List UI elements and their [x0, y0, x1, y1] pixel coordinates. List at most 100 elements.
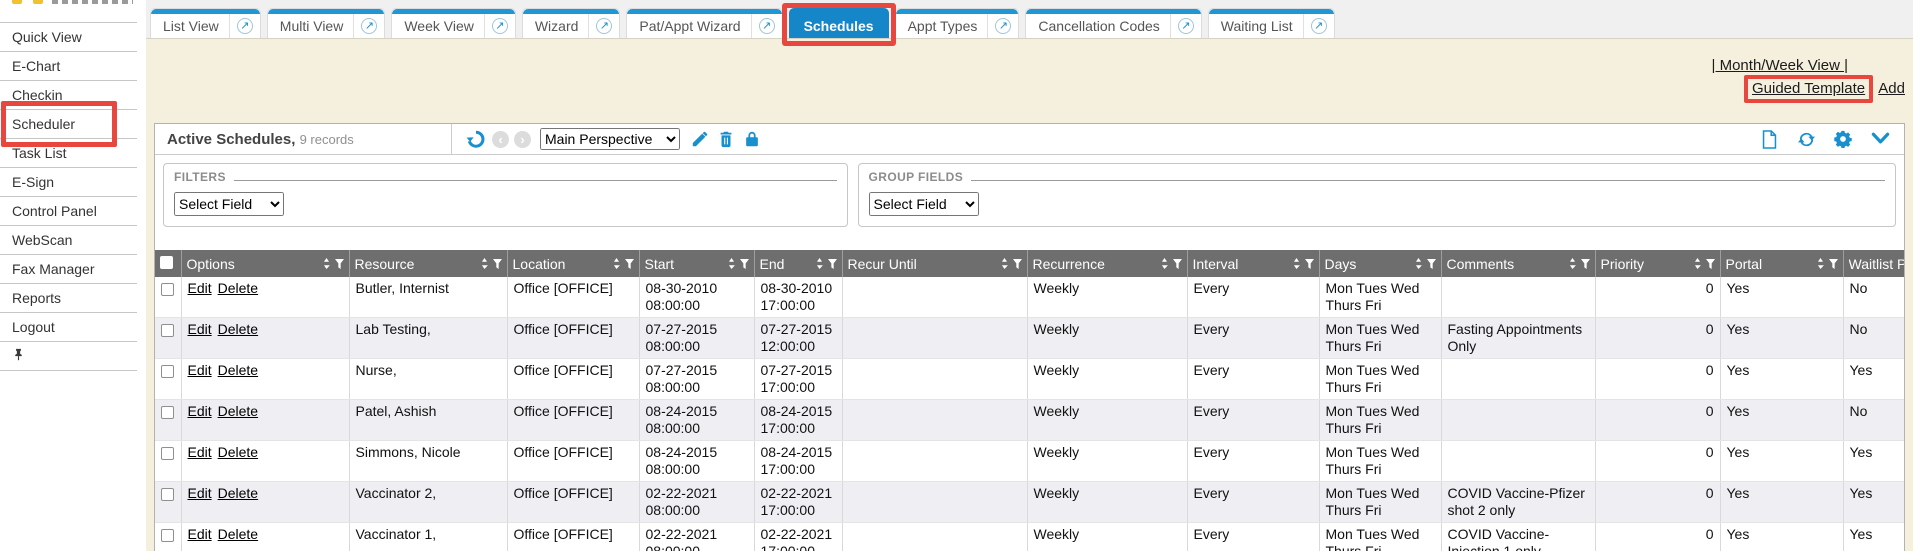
delete-link[interactable]: Delete [218, 321, 258, 337]
sidebar-item-quick-view[interactable]: Quick View [0, 23, 137, 52]
row-checkbox[interactable] [161, 365, 174, 378]
col-header-comments[interactable]: Comments [1441, 250, 1595, 277]
edit-link[interactable]: Edit [188, 526, 212, 542]
tab-pat-appt-wizard[interactable]: Pat/Appt Wizard↗ [626, 8, 782, 38]
edit-link[interactable]: Edit [188, 403, 212, 419]
add-link[interactable]: Add [1878, 80, 1905, 97]
funnel-icon[interactable] [1581, 256, 1590, 272]
col-header-end[interactable]: End [754, 250, 842, 277]
sort-icon[interactable] [1161, 256, 1168, 272]
refresh-icon[interactable] [1796, 129, 1816, 149]
col-header-resource[interactable]: Resource [349, 250, 507, 277]
funnel-icon[interactable] [1173, 256, 1182, 272]
row-checkbox[interactable] [161, 447, 174, 460]
popout-button[interactable]: ↗ [1303, 9, 1334, 38]
col-header-recurrence[interactable]: Recurrence [1027, 250, 1187, 277]
sort-icon[interactable] [1817, 256, 1824, 272]
sort-icon[interactable] [728, 256, 735, 272]
filters-field-select[interactable]: Select Field [174, 192, 284, 216]
row-checkbox[interactable] [161, 324, 174, 337]
sidebar-item-task-list[interactable]: Task List [0, 139, 137, 168]
guided-template-link[interactable]: Guided Template [1752, 80, 1865, 97]
popout-button[interactable]: ↗ [1170, 9, 1201, 38]
select-all-checkbox[interactable] [160, 256, 173, 269]
sidebar-item-control-panel[interactable]: Control Panel [0, 197, 137, 226]
popout-button[interactable]: ↗ [751, 9, 782, 38]
sidebar-item-webscan[interactable]: WebScan [0, 226, 137, 255]
popout-button[interactable]: ↗ [229, 9, 260, 38]
popout-button[interactable]: ↗ [987, 9, 1018, 38]
tab-list-view[interactable]: List View↗ [150, 8, 261, 38]
edit-link[interactable]: Edit [188, 280, 212, 296]
perspective-select[interactable]: Main Perspective [540, 128, 680, 150]
trash-icon[interactable] [716, 129, 736, 149]
delete-link[interactable]: Delete [218, 526, 258, 542]
delete-link[interactable]: Delete [218, 362, 258, 378]
funnel-icon[interactable] [625, 256, 634, 272]
tab-appt-types[interactable]: Appt Types↗ [895, 8, 1020, 38]
sidebar-item-scheduler[interactable]: Scheduler [0, 110, 137, 139]
tab-week-view[interactable]: Week View↗ [391, 8, 516, 38]
chevron-down-icon[interactable] [1870, 129, 1890, 149]
edit-link[interactable]: Edit [188, 362, 212, 378]
sort-icon[interactable] [323, 256, 330, 272]
funnel-icon[interactable] [1829, 256, 1838, 272]
select-all-header[interactable] [155, 250, 181, 277]
sidebar-pin-toggle[interactable] [0, 342, 137, 371]
new-document-icon[interactable] [1759, 129, 1779, 149]
tab-cancellation-codes[interactable]: Cancellation Codes↗ [1025, 8, 1201, 38]
col-header-options[interactable]: Options [181, 250, 349, 277]
delete-link[interactable]: Delete [218, 403, 258, 419]
gear-icon[interactable] [1833, 129, 1853, 149]
funnel-icon[interactable] [493, 256, 502, 272]
popout-button[interactable]: ↗ [588, 9, 619, 38]
col-header-waitlist-po[interactable]: Waitlist Po [1843, 250, 1904, 277]
popout-button[interactable]: ↗ [484, 9, 515, 38]
tab-multi-view[interactable]: Multi View↗ [267, 8, 386, 38]
funnel-icon[interactable] [1013, 256, 1022, 272]
sort-icon[interactable] [1001, 256, 1008, 272]
sort-icon[interactable] [816, 256, 823, 272]
sidebar-item-reports[interactable]: Reports [0, 284, 137, 313]
delete-link[interactable]: Delete [218, 444, 258, 460]
col-header-days[interactable]: Days [1319, 250, 1441, 277]
funnel-icon[interactable] [1305, 256, 1314, 272]
delete-link[interactable]: Delete [218, 485, 258, 501]
delete-link[interactable]: Delete [218, 280, 258, 296]
edit-link[interactable]: Edit [188, 444, 212, 460]
sort-icon[interactable] [1293, 256, 1300, 272]
col-header-priority[interactable]: Priority [1595, 250, 1720, 277]
sidebar-item-fax-manager[interactable]: Fax Manager [0, 255, 137, 284]
tab-waiting-list[interactable]: Waiting List↗ [1208, 8, 1335, 38]
funnel-icon[interactable] [335, 256, 344, 272]
funnel-icon[interactable] [1427, 256, 1436, 272]
row-checkbox[interactable] [161, 488, 174, 501]
forward-icon[interactable]: › [514, 131, 531, 148]
sort-icon[interactable] [1415, 256, 1422, 272]
sidebar-item-logout[interactable]: Logout [0, 313, 137, 342]
row-checkbox[interactable] [161, 529, 174, 542]
edit-link[interactable]: Edit [188, 321, 212, 337]
funnel-icon[interactable] [1706, 256, 1715, 272]
col-header-interval[interactable]: Interval [1187, 250, 1319, 277]
col-header-recur-until[interactable]: Recur Until [842, 250, 1027, 277]
lock-icon[interactable] [742, 129, 762, 149]
month-week-view-link[interactable]: | Month/Week View | [1712, 57, 1848, 74]
popout-button[interactable]: ↗ [353, 9, 384, 38]
back-icon[interactable]: ‹ [492, 131, 509, 148]
sidebar-item-e-sign[interactable]: E-Sign [0, 168, 137, 197]
sort-icon[interactable] [1694, 256, 1701, 272]
sort-icon[interactable] [481, 256, 488, 272]
col-header-location[interactable]: Location [507, 250, 639, 277]
group-fields-field-select[interactable]: Select Field [869, 192, 979, 216]
row-checkbox[interactable] [161, 283, 174, 296]
funnel-icon[interactable] [828, 256, 837, 272]
col-header-portal[interactable]: Portal [1720, 250, 1843, 277]
sort-icon[interactable] [613, 256, 620, 272]
col-header-start[interactable]: Start [639, 250, 754, 277]
sort-icon[interactable] [1569, 256, 1576, 272]
undo-icon[interactable] [466, 129, 486, 149]
funnel-icon[interactable] [740, 256, 749, 272]
tab-schedules[interactable]: Schedules [789, 8, 889, 38]
sidebar-item-checkin[interactable]: Checkin [0, 81, 137, 110]
